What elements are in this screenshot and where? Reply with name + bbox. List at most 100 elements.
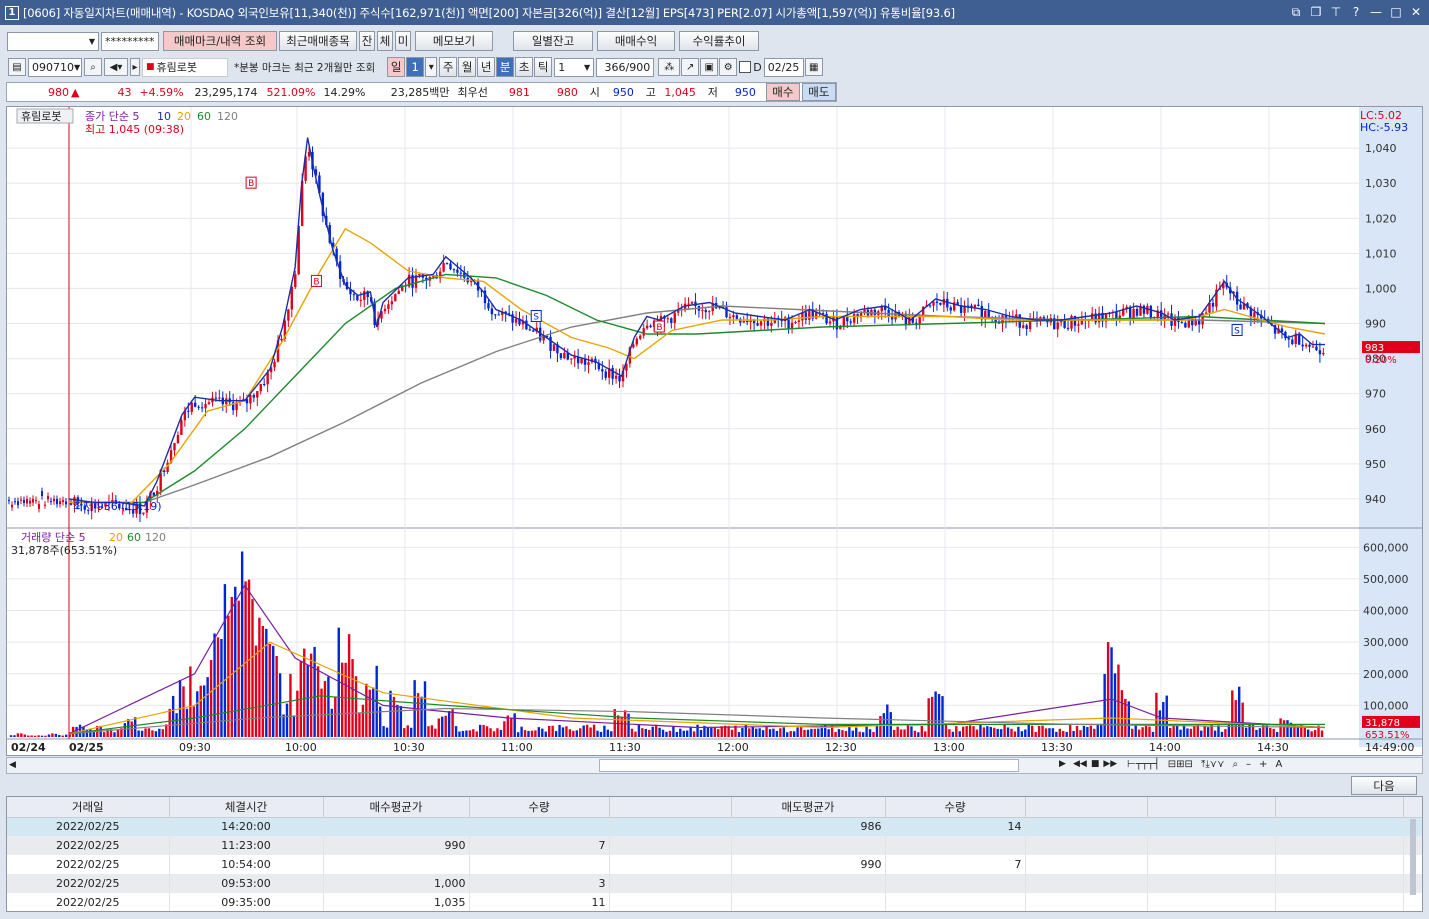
volume-bar bbox=[389, 690, 392, 737]
table-cell bbox=[1147, 893, 1276, 911]
close-icon[interactable]: ✕ bbox=[1409, 4, 1423, 20]
stock-name-field[interactable]: ■ 휴림로봇 bbox=[142, 57, 228, 77]
speaker-icon[interactable]: ◀▾ bbox=[104, 58, 128, 76]
table-row[interactable]: 2022/02/25 11:23:00 990 7 bbox=[7, 836, 1422, 855]
zoom-controls[interactable]: ⊢┬┬┬┤ ⊟⊞⊟ ⤒⤓⋎⋎ ⌕ – + A bbox=[1127, 759, 1282, 770]
col-buy-qty[interactable]: 수량 bbox=[469, 797, 610, 818]
unfilled-button[interactable]: 미 bbox=[395, 31, 411, 51]
maximize-icon[interactable]: □ bbox=[1389, 4, 1403, 20]
ruler-icon[interactable]: ⊢┬┬┬┤ bbox=[1127, 759, 1160, 770]
rewind-icon[interactable]: ◀◀ bbox=[1073, 759, 1087, 769]
stop-icon[interactable]: ■ bbox=[1091, 759, 1100, 769]
period-day-button[interactable]: 일 bbox=[387, 57, 406, 77]
password-field[interactable]: ********* bbox=[101, 31, 159, 51]
low-label: 저 bbox=[707, 86, 718, 99]
col-exec-time[interactable]: 체결시간 bbox=[169, 797, 324, 818]
trade-mark-letter: B bbox=[313, 277, 319, 287]
chevron-right-icon[interactable]: ▸ bbox=[130, 58, 140, 76]
link-icon[interactable]: ⧉ bbox=[1289, 4, 1303, 20]
table-cell: 14 bbox=[885, 817, 1026, 836]
volume-bar bbox=[651, 726, 654, 737]
scroll-thumb[interactable] bbox=[599, 759, 1019, 772]
return-trend-button[interactable]: 수익률추이 bbox=[679, 31, 759, 51]
candle bbox=[1149, 305, 1153, 319]
stock-code-input[interactable]: 090710 ▼ bbox=[28, 57, 82, 77]
y-tick-label: 1,010 bbox=[1365, 247, 1397, 260]
save-icon[interactable]: ▣ bbox=[700, 58, 719, 76]
price-legend-item: 종가 단순 5 bbox=[85, 110, 139, 123]
memo-view-button[interactable]: 메모보기 bbox=[415, 31, 493, 51]
date-input[interactable]: 02/25 bbox=[763, 57, 804, 77]
account-select[interactable]: ▼ bbox=[7, 31, 99, 51]
volume-bar bbox=[944, 724, 948, 737]
executed-button[interactable]: 체 bbox=[377, 31, 393, 51]
volume-bar bbox=[1307, 729, 1310, 737]
chevron-down-icon[interactable]: ▾ bbox=[425, 57, 438, 77]
d-checkbox[interactable] bbox=[739, 61, 752, 73]
table-row[interactable]: 2022/02/25 09:53:00 1,000 3 bbox=[7, 874, 1422, 893]
interval-select[interactable]: 1 ▼ bbox=[554, 57, 595, 77]
recent-trades-button[interactable]: 최근매매종목 bbox=[279, 31, 357, 51]
candle bbox=[287, 309, 290, 321]
indicator-icon[interactable]: ⁂ bbox=[658, 58, 681, 76]
copy-icon[interactable]: ❐ bbox=[1309, 4, 1323, 20]
volume-bar bbox=[989, 726, 992, 737]
period-second-button[interactable]: 초 bbox=[515, 57, 534, 77]
daily-balance-button[interactable]: 일별잔고 bbox=[513, 31, 593, 51]
candle bbox=[756, 323, 759, 326]
col-trade-date[interactable]: 거래일 bbox=[7, 797, 170, 818]
volume-bar bbox=[861, 732, 865, 737]
layout-icon[interactable]: ⊟⊞⊟ bbox=[1168, 759, 1193, 770]
volume-bar bbox=[827, 729, 830, 737]
count-field[interactable]: 366/900 bbox=[596, 57, 655, 77]
period-week-button[interactable]: 주 bbox=[439, 57, 458, 77]
table-row[interactable]: 2022/02/25 10:54:00 990 7 bbox=[7, 855, 1422, 874]
buy-button[interactable]: 매수 bbox=[765, 83, 800, 101]
chart-canvas[interactable]: 1,0401,0301,0201,0101,000990980970960950… bbox=[7, 107, 1422, 755]
period-value-button[interactable]: 1 bbox=[406, 57, 425, 77]
zoom-out-icon[interactable]: – bbox=[1246, 759, 1251, 770]
search-icon[interactable]: ⌕ bbox=[84, 58, 102, 76]
calendar-icon[interactable]: ▦ bbox=[804, 58, 823, 76]
draw-tool-icon[interactable]: ↗ bbox=[681, 58, 700, 76]
volume-bar bbox=[686, 730, 689, 737]
trade-mark-query-button[interactable]: 매매마크/내역 조회 bbox=[163, 31, 277, 51]
scroll-right-icon[interactable]: ▶ bbox=[1059, 759, 1066, 769]
drawing-icon[interactable]: ⤒⤓⋎⋎ bbox=[1201, 759, 1225, 770]
balance-button[interactable]: 잔 bbox=[359, 31, 375, 51]
chart-area[interactable]: 1,040 1,030 1,020 1,010 1,000 990 980 970 960 950… bbox=[6, 106, 1423, 756]
volume-bar bbox=[710, 728, 713, 737]
period-year-button[interactable]: 년 bbox=[477, 57, 496, 77]
col-sell-qty[interactable]: 수량 bbox=[885, 797, 1026, 818]
period-month-button[interactable]: 월 bbox=[458, 57, 477, 77]
grid-scrollbar[interactable] bbox=[1410, 819, 1416, 895]
next-button[interactable]: 다음 bbox=[1351, 776, 1417, 795]
trade-profit-button[interactable]: 매매수익 bbox=[597, 31, 675, 51]
col-buy-avg[interactable]: 매수평균가 bbox=[323, 797, 470, 818]
chart-scrollbar[interactable]: ◀ ▶ ◀◀ ■ ▶▶ ⊢┬┬┬┤ ⊟⊞⊟ ⤒⤓⋎⋎ ⌕ – + A bbox=[6, 757, 1423, 774]
sell-button[interactable]: 매도 bbox=[801, 83, 836, 101]
candle bbox=[1287, 338, 1291, 340]
period-minute-button[interactable]: 분 bbox=[496, 57, 515, 77]
table-row[interactable]: 2022/02/25 09:35:00 1,035 11 bbox=[7, 893, 1422, 911]
zoom-in-icon[interactable]: + bbox=[1259, 759, 1267, 770]
quote-bar: 980 ▲ 43 +4.59% 23,295,174 521.09% 14.29… bbox=[6, 82, 837, 102]
table-row[interactable]: 2022/02/25 14:20:00 986 14 bbox=[7, 817, 1422, 836]
volume-bar bbox=[296, 690, 299, 737]
zoom-icon[interactable]: ⌕ bbox=[1232, 759, 1238, 770]
fast-forward-icon[interactable]: ▶▶ bbox=[1103, 759, 1117, 769]
volume-bar bbox=[951, 731, 955, 737]
pin-icon[interactable]: ⊤ bbox=[1329, 4, 1343, 20]
volume-ratio: 521.09% bbox=[266, 85, 316, 99]
help-icon[interactable]: ? bbox=[1349, 4, 1363, 20]
playback-controls[interactable]: ◀◀ ■ ▶▶ bbox=[1073, 759, 1117, 769]
volume-bar bbox=[365, 683, 368, 737]
font-icon[interactable]: A bbox=[1275, 759, 1282, 770]
minimize-icon[interactable]: — bbox=[1369, 4, 1383, 20]
period-tick-button[interactable]: 틱 bbox=[534, 57, 553, 77]
scroll-left-icon[interactable]: ◀ bbox=[9, 760, 16, 770]
col-sell-avg[interactable]: 매도평균가 bbox=[731, 797, 886, 818]
gear-icon[interactable]: ⚙ bbox=[719, 58, 738, 76]
volume-bar bbox=[1241, 702, 1244, 737]
chart-menu-icon[interactable]: ▤ bbox=[8, 58, 26, 76]
